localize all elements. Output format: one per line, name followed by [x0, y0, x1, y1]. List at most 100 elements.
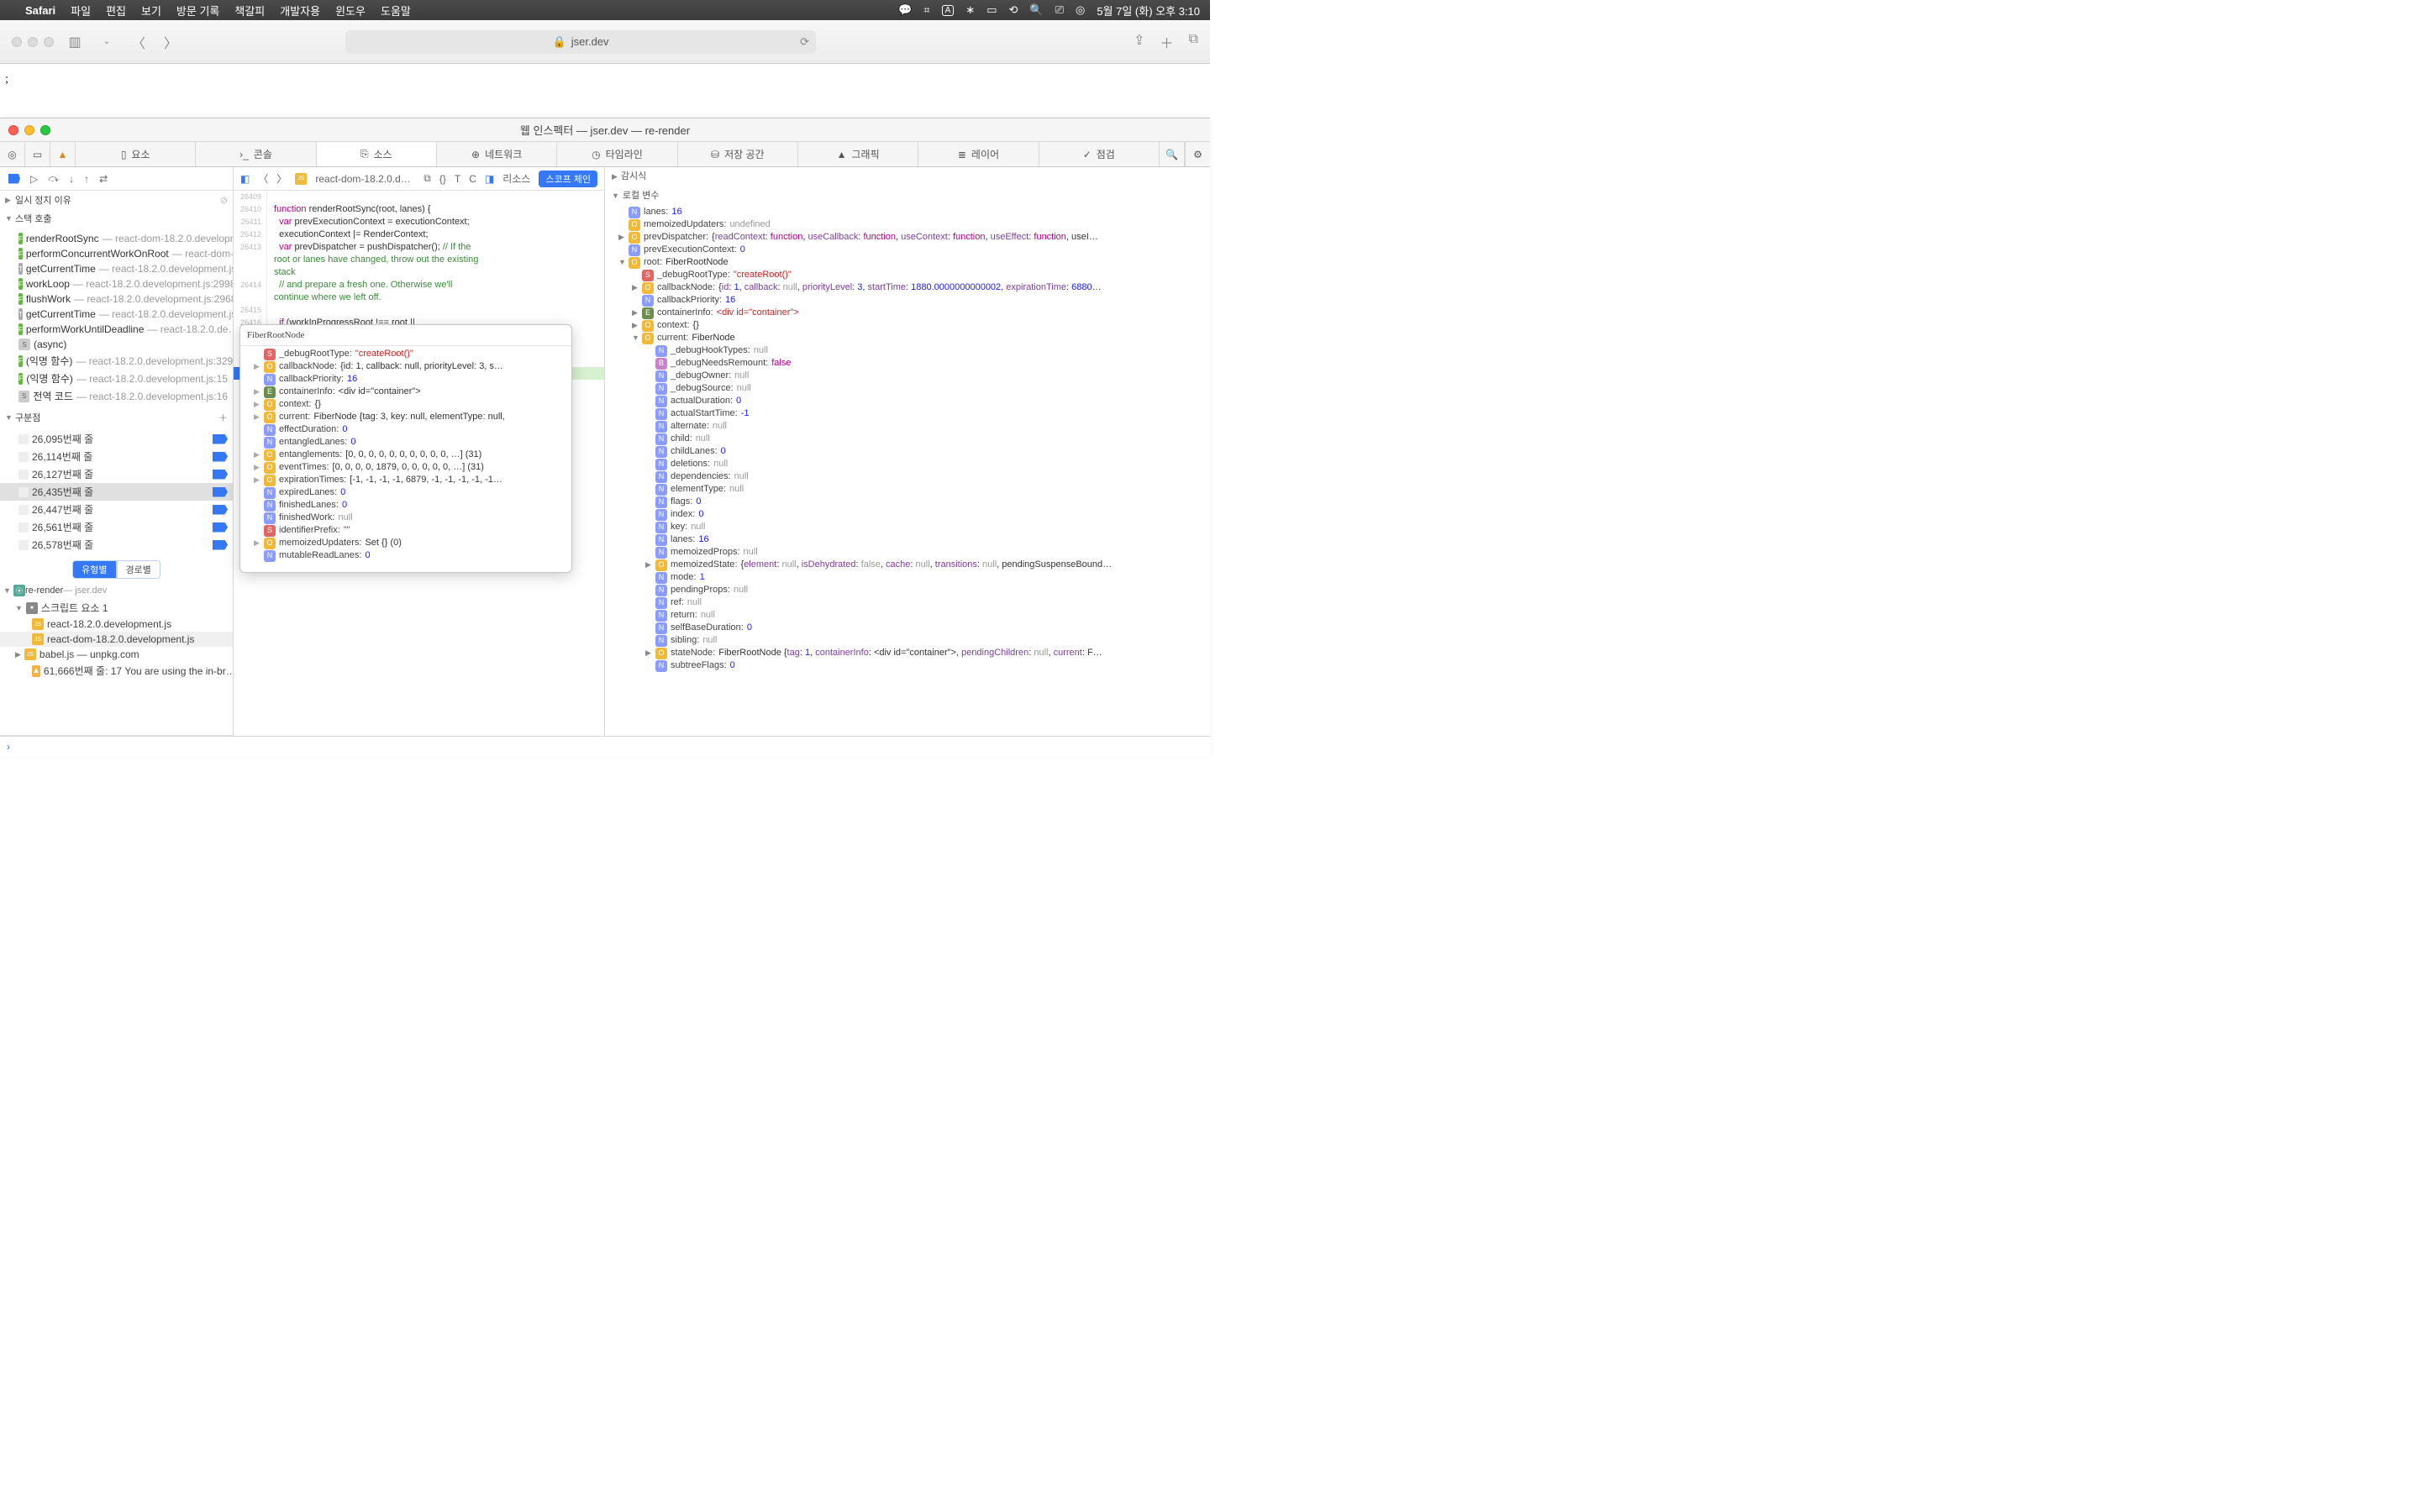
stack-frame[interactable]: FflushWork — react-18.2.0.development.js… — [0, 291, 233, 307]
scope-row[interactable]: NcallbackPriority16 — [608, 294, 1207, 307]
menu-develop[interactable]: 개발자용 — [280, 3, 320, 18]
file-ext[interactable]: ▶ JS babel.js — unpkg.com — [0, 647, 233, 662]
scope-row[interactable]: NmemoizedPropsnull — [608, 546, 1207, 559]
stack-frame[interactable]: TgetCurrentTime — react-18.2.0.developme… — [0, 261, 233, 276]
stack-frame[interactable]: S전역 코드 — react-18.2.0.development.js:16 — [0, 387, 233, 405]
stack-frame[interactable]: F(익명 함수) — react-18.2.0.development.js:3… — [0, 352, 233, 370]
stack-frame[interactable]: TgetCurrentTime — react-18.2.0.developme… — [0, 307, 233, 322]
console-prompt[interactable]: › — [0, 736, 1210, 756]
scope-row[interactable]: NactualStartTime-1 — [608, 407, 1207, 420]
status-siri-icon[interactable]: ◎ — [1076, 3, 1085, 17]
scope-row[interactable]: N_debugOwnernull — [608, 370, 1207, 382]
scope-row[interactable]: NelementTypenull — [608, 483, 1207, 496]
file-item-active[interactable]: JS react-dom-18.2.0.development.js — [0, 632, 233, 647]
source-filename[interactable]: react-dom-18.2.0.develop… — [315, 173, 415, 185]
menubar-clock[interactable]: 5월 7일 (화) 오후 3:10 — [1097, 3, 1200, 18]
tab-storage[interactable]: ⛁저장 공간 — [678, 142, 798, 166]
menu-view[interactable]: 보기 — [141, 3, 161, 18]
breakpoint-item[interactable]: 26,447번째 줄 — [0, 501, 233, 518]
stack-frame[interactable]: FperformConcurrentWorkOnRoot — react-dom… — [0, 246, 233, 261]
tab-layers[interactable]: ≣레이어 — [918, 142, 1039, 166]
tab-network[interactable]: ⊕네트워크 — [437, 142, 557, 166]
inspector-titlebar[interactable]: 웹 인스펙터 — jser.dev — re-render — [0, 118, 1210, 142]
copy-icon[interactable]: ⧉ — [424, 172, 431, 185]
app-name[interactable]: Safari — [25, 4, 55, 17]
breakpoints-toggle-icon[interactable] — [8, 174, 20, 184]
scope-row[interactable]: Nchildnull — [608, 433, 1207, 445]
scope-row[interactable]: ▶EcontainerInfo<div id="container"> — [608, 307, 1207, 319]
scope-row[interactable]: Nmode1 — [608, 571, 1207, 584]
tabs-icon[interactable]: ⧉ — [1189, 32, 1198, 52]
file-warning[interactable]: ▲ 61,666번째 줄: 17 You are using the in-br… — [0, 662, 233, 680]
file-group[interactable]: ▼ ✶ 스크립트 요소 1 — [0, 599, 233, 617]
chevron-down-icon[interactable]: ⌄ — [96, 31, 118, 53]
scope-row[interactable]: ▶Ocontext{} — [608, 319, 1207, 332]
inspect-element-icon[interactable]: ◎ — [0, 142, 25, 166]
scope-row[interactable]: N_debugHookTypesnull — [608, 344, 1207, 357]
scope-row[interactable]: ▼OrootFiberRootNode — [608, 256, 1207, 269]
breakpoints-header[interactable]: ▼구분점 ＋ — [0, 408, 233, 427]
breakpoint-item[interactable]: 26,114번째 줄 — [0, 448, 233, 465]
tab-graphics[interactable]: ▲그래픽 — [798, 142, 918, 166]
breakpoint-item[interactable]: 26,127번째 줄 — [0, 465, 233, 483]
back-button[interactable]: 〈 — [128, 31, 150, 53]
tooltip-body[interactable]: S_debugRootType"createRoot()"▶OcallbackN… — [240, 346, 571, 570]
watch-header[interactable]: ▶감시식 — [605, 167, 1210, 186]
scope-row[interactable]: Nlanes16 — [608, 206, 1207, 218]
scope-row[interactable]: ▼OcurrentFiberNode — [608, 332, 1207, 344]
step-icon[interactable]: ⇄ — [99, 173, 108, 185]
scope-row[interactable]: Nrefnull — [608, 596, 1207, 609]
inspector-traffic-lights[interactable] — [8, 125, 50, 135]
status-bluetooth-icon[interactable]: ∗ — [965, 3, 975, 17]
scope-row[interactable]: ▶OcallbackNode{id: 1, callback: null, pr… — [608, 281, 1207, 294]
tab-audit[interactable]: ✓점검 — [1039, 142, 1160, 166]
panel-toggle-right-icon[interactable]: ◨ — [485, 173, 494, 185]
scope-row[interactable]: S_debugRootType"createRoot()" — [608, 269, 1207, 281]
menu-bookmarks[interactable]: 책갈피 — [234, 3, 265, 18]
scope-row[interactable]: NselfBaseDuration0 — [608, 622, 1207, 634]
stack-frame[interactable]: FrenderRootSync — react-dom-18.2.0.devel… — [0, 231, 233, 246]
file-root[interactable]: ▼⦿ re-render — jser.dev — [0, 582, 233, 599]
reload-icon[interactable]: ⟳ — [800, 35, 809, 49]
callstack-header[interactable]: ▼스택 호출 — [0, 209, 233, 228]
scope-row[interactable]: B_debugNeedsRemountfalse — [608, 357, 1207, 370]
status-input-icon[interactable]: A — [942, 5, 955, 16]
step-out-icon[interactable]: ↑ — [84, 173, 89, 185]
scope-row[interactable]: OmemoizedUpdatersundefined — [608, 218, 1207, 231]
stack-frame[interactable]: FperformWorkUntilDeadline — react-18.2.0… — [0, 322, 233, 337]
scope-row[interactable]: Nindex0 — [608, 508, 1207, 521]
warning-icon[interactable]: ▲ — [50, 142, 76, 166]
scope-row[interactable]: Ndeletionsnull — [608, 458, 1207, 470]
menu-window[interactable]: 윈도우 — [335, 3, 366, 18]
scope-row[interactable]: Nsiblingnull — [608, 634, 1207, 647]
scope-row[interactable]: Nkeynull — [608, 521, 1207, 533]
scope-row[interactable]: Nreturnnull — [608, 609, 1207, 622]
scope-tree[interactable]: Nlanes16OmemoizedUpdatersundefined▶Oprev… — [605, 206, 1210, 679]
coverage-icon[interactable]: C — [469, 173, 476, 185]
type-icon[interactable]: T — [455, 173, 460, 185]
address-bar[interactable]: 🔒 jser.dev ⟳ — [345, 30, 816, 54]
window-traffic-lights[interactable] — [12, 37, 54, 47]
nav-back-icon[interactable]: 〈 — [258, 171, 268, 186]
scope-row[interactable]: NsubtreeFlags0 — [608, 659, 1207, 672]
new-tab-icon[interactable]: ＋ — [1160, 32, 1174, 52]
stack-frame[interactable]: F(익명 함수) — react-18.2.0.development.js:1… — [0, 370, 233, 387]
scope-row[interactable]: N_debugSourcenull — [608, 382, 1207, 395]
breakpoint-item[interactable]: 26,561번째 줄 — [0, 518, 233, 536]
scope-row[interactable]: NchildLanes0 — [608, 445, 1207, 458]
status-sidecar-icon[interactable]: ⌗ — [923, 3, 929, 17]
scope-row[interactable]: ▶OprevDispatcher{readContext: function, … — [608, 231, 1207, 244]
pause-reason-header[interactable]: ▶일시 정지 이유 ⊘ — [0, 191, 233, 209]
status-search-icon[interactable]: 🔍 — [1029, 3, 1043, 17]
status-message-icon[interactable]: 💬 — [898, 3, 912, 17]
scope-row[interactable]: Nlanes16 — [608, 533, 1207, 546]
step-over-icon[interactable]: ⤼ — [48, 172, 59, 185]
scope-row[interactable]: NprevExecutionContext0 — [608, 244, 1207, 256]
braces-icon[interactable]: {} — [439, 173, 446, 185]
local-vars-header[interactable]: ▼로컬 변수 — [605, 186, 1210, 206]
menu-help[interactable]: 도움말 — [381, 3, 411, 18]
scope-row[interactable]: NpendingPropsnull — [608, 584, 1207, 596]
stack-frame[interactable]: FworkLoop — react-18.2.0.development.js:… — [0, 276, 233, 291]
search-icon[interactable]: 🔍 — [1160, 142, 1185, 166]
resume-icon[interactable]: ▷ — [30, 173, 38, 185]
